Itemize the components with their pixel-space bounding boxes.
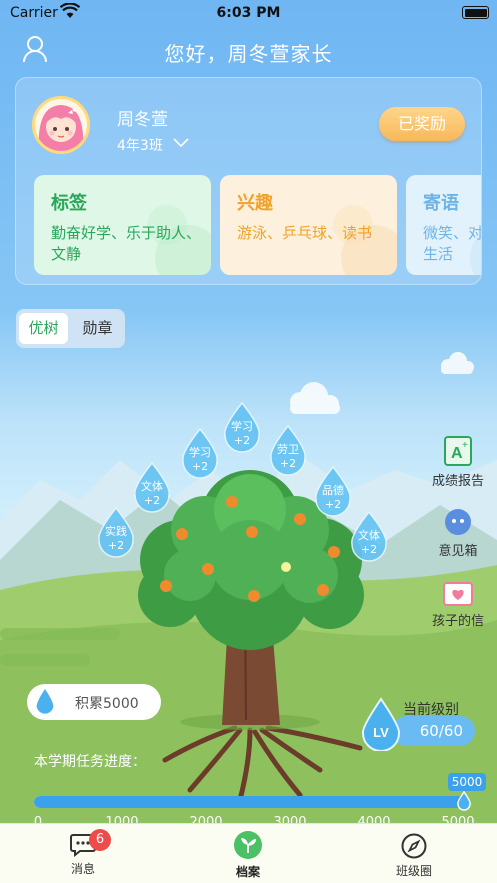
letter-label: 孩子的信: [431, 614, 484, 629]
report-button[interactable]: A + 成绩报告: [418, 436, 497, 489]
tab-archive[interactable]: 档案: [198, 824, 298, 880]
grass-stripe: [0, 654, 90, 666]
tab-messages-label: 消息: [70, 862, 95, 876]
tab-archive-label: 档案: [235, 865, 260, 879]
interests-card-text: 游泳、乒乓球、读书: [237, 224, 373, 242]
tab-medals[interactable]: 勋章: [73, 313, 122, 344]
tab-bar: 消息 档案 班级圈: [0, 823, 497, 883]
message-card-title: 寄语: [423, 193, 459, 214]
progress-track: [34, 796, 466, 808]
report-label: 成绩报告: [431, 474, 484, 489]
chevron-down-icon[interactable]: [173, 138, 189, 148]
tab-tree[interactable]: 优树: [19, 313, 68, 344]
progress-title: 本学期任务进度：: [34, 754, 146, 770]
water-drop-value: +2: [325, 498, 341, 511]
chat-face-icon: [445, 509, 471, 535]
water-drop-4[interactable]: 学习+2: [224, 401, 260, 453]
water-drop-2[interactable]: 文体+2: [134, 461, 170, 513]
avatar[interactable]: [32, 96, 90, 154]
points-total: 积累5000: [75, 696, 139, 712]
flower-icon: [281, 562, 291, 572]
header: 您好，周冬萱家长: [0, 30, 497, 70]
water-drop-value: +2: [361, 543, 377, 556]
cloud: [290, 382, 340, 414]
level-value: 60/60: [392, 716, 475, 746]
tags-card-text: 勤奋好学、乐于助人、文静: [51, 224, 202, 263]
child-name: 周冬萱: [117, 110, 168, 130]
water-drop-title: 品德: [322, 483, 344, 497]
water-drop-title: 学习: [231, 419, 253, 433]
water-drop-title: 劳卫: [277, 443, 299, 456]
message-card-text: 微笑、对生活: [423, 224, 482, 263]
status-bar: Carrier 6:03 PM: [0, 0, 497, 26]
view-switcher: 优树 勋章: [16, 309, 125, 348]
message-card[interactable]: 寄语 微笑、对生活: [406, 175, 482, 275]
heart-letter-icon: [443, 582, 473, 606]
interests-card-title: 兴趣: [237, 193, 273, 214]
report-icon: A +: [444, 436, 472, 466]
water-drop-title: 文体: [358, 528, 380, 542]
water-drop-icon: [36, 689, 54, 714]
clock: 6:03 PM: [216, 5, 281, 21]
svg-text:+: +: [462, 440, 468, 451]
water-drop-value: +2: [192, 460, 208, 473]
water-drop-5[interactable]: 劳卫+2: [270, 424, 306, 476]
progress-value-bubble: 5000: [448, 773, 486, 791]
tab-class-circle[interactable]: 班级圈: [364, 824, 464, 879]
cloud: [441, 352, 474, 374]
water-drop-value: +2: [108, 539, 124, 552]
girl-avatar-icon: [38, 105, 84, 151]
unread-badge: 6: [89, 829, 111, 851]
water-drop-3[interactable]: 学习+2: [182, 427, 218, 479]
tab-messages[interactable]: 消息: [33, 824, 133, 877]
profile-card: 周冬萱 4年3班 已奖励 标签 勤奋好学、乐于助人、文静 兴趣 游泳、乒乓球、读…: [15, 77, 482, 285]
tags-card[interactable]: 标签 勤奋好学、乐于助人、文静: [34, 175, 211, 275]
points-pill: 积累5000: [27, 684, 161, 720]
letter-button[interactable]: 孩子的信: [418, 582, 497, 629]
progress-knob-icon: [457, 791, 471, 811]
feedback-label: 意见箱: [438, 544, 478, 559]
water-drop-value: +2: [144, 494, 160, 507]
water-drop-title: 实践: [105, 524, 127, 538]
rewarded-button[interactable]: 已奖励: [379, 107, 465, 141]
compass-icon: [401, 833, 427, 859]
class-selector[interactable]: 4年3班: [117, 135, 163, 155]
water-drop-title: 文体: [141, 479, 163, 493]
feedback-button[interactable]: 意见箱: [418, 508, 497, 559]
level-drop-icon: LV: [361, 697, 401, 751]
water-drop-value: +2: [234, 434, 250, 447]
sprout-icon: [234, 831, 262, 859]
battery-icon: [462, 6, 489, 19]
grass-stripe: [0, 628, 120, 640]
tags-card-title: 标签: [51, 193, 87, 214]
page-title: 您好，周冬萱家长: [164, 42, 333, 66]
level-badge: LV: [373, 725, 389, 740]
progress-fill: [34, 796, 466, 808]
tab-class-circle-label: 班级圈: [395, 864, 432, 878]
water-drop-title: 学习: [189, 445, 211, 459]
tree-scene: 实践+2文体+2学习+2学习+2劳卫+2品德+2文体+2: [0, 352, 497, 820]
water-drop-value: +2: [280, 457, 296, 470]
interests-card[interactable]: 兴趣 游泳、乒乓球、读书: [220, 175, 397, 275]
